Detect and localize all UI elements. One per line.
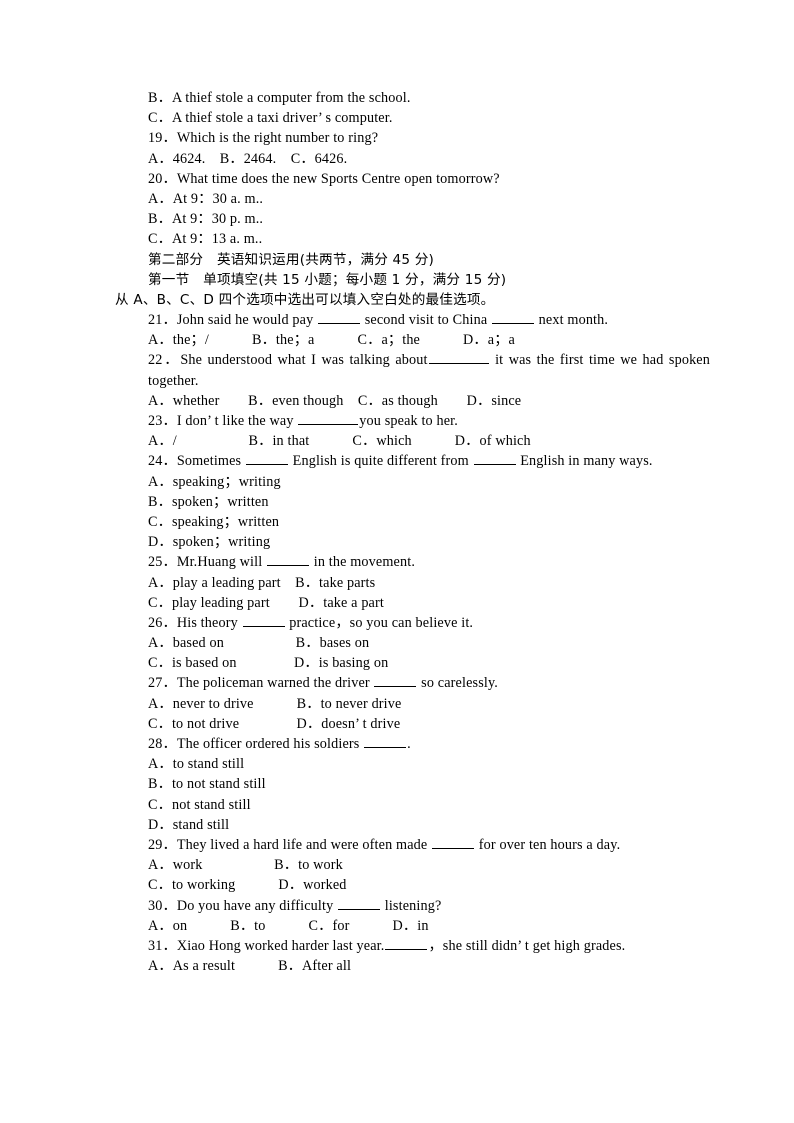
question-text: Xiao Hong worked harder last year. (176, 937, 385, 954)
option-line: B．to not stand still (148, 776, 266, 793)
section-heading-section-one: 第一节 单项填空(共 15 小题；每小题 1 分，满分 15 分) (148, 271, 507, 288)
question-text: ，she still didn’ t get high grades. (428, 937, 626, 954)
question-text: The policeman warned the driver (176, 675, 374, 692)
document-page: B．A thief stole a computer from the scho… (0, 0, 794, 1123)
question-text: . (407, 736, 411, 753)
option-line: A．the；/ B．the；a C．a；the D．a；a (148, 332, 515, 349)
answer-blank (338, 897, 381, 910)
answer-blank (318, 311, 361, 325)
option-line: B．At 9：30 p. m.. (148, 211, 264, 228)
question-line-26: 26．His theory practice，so you can believ… (115, 613, 681, 633)
question-number: 29． (148, 836, 177, 853)
option-line: D．spoken；writing (148, 534, 271, 551)
answer-blank (491, 311, 534, 325)
option-line: A．never to drive B．to never drive (148, 695, 402, 712)
option-line: A．/ B．in that C．which D．of which (148, 433, 531, 450)
question-text: you speak to her. (359, 413, 458, 430)
option-line: A．play a leading part B．take parts (148, 574, 376, 591)
answer-blank (374, 675, 417, 688)
question-number: 28． (148, 736, 177, 753)
question-number: 24． (148, 453, 177, 470)
question-line-25: 25．Mr.Huang will in the movement. (115, 552, 681, 572)
question-text: His theory (176, 614, 242, 631)
document-text-body: B．A thief stole a computer from the scho… (115, 88, 710, 976)
option-line: D．stand still (148, 816, 230, 833)
question-text: I don’ t like the way (176, 413, 298, 430)
answer-blank (473, 453, 516, 466)
option-line: A．on B．to C．for D．in (148, 917, 429, 934)
option-line: C．speaking；written (148, 513, 280, 530)
question-number: 30． (148, 897, 177, 914)
question-text: for over ten hours a day. (475, 836, 621, 853)
question-text: The officer ordered his soldiers (176, 736, 364, 753)
question-line-23: 23．I don’ t like the way you speak to he… (115, 411, 681, 431)
answer-blank (364, 735, 407, 749)
answer-blank (267, 554, 310, 567)
option-line: A．speaking；writing (148, 473, 281, 490)
question-line: 19．Which is the right number to ring? (148, 130, 379, 147)
option-line: C．not stand still (148, 796, 251, 813)
option-line: A．4624. B．2464. C．6426. (148, 150, 348, 167)
section-heading-part-two: 第二部分 英语知识运用(共两节，满分 45 分) (148, 251, 435, 268)
option-line: C．A thief stole a taxi driver’ s compute… (148, 110, 393, 127)
question-number: 31． (148, 937, 177, 954)
question-line-24: 24．Sometimes English is quite different … (115, 451, 681, 471)
question-text: next month. (534, 312, 609, 329)
option-line: B．spoken；written (148, 493, 269, 510)
question-number: 26． (148, 614, 177, 631)
question-line-22: 22．She understood what I was talking abo… (115, 350, 710, 390)
question-number: 21． (148, 312, 177, 329)
question-line-27: 27．The policeman warned the driver so ca… (115, 673, 681, 693)
question-number: 22． (148, 352, 181, 369)
question-text: English is quite different from (288, 453, 473, 470)
question-line-29: 29．They lived a hard life and were often… (115, 835, 681, 855)
answer-blank (242, 614, 285, 627)
option-line: C．to not drive D．doesn’ t drive (148, 715, 401, 732)
question-text: Do you have any difficulty (176, 897, 338, 914)
option-line: A．As a result B．After all (148, 958, 352, 975)
question-text: Sometimes (176, 453, 245, 470)
question-line-28: 28．The officer ordered his soldiers . (115, 734, 681, 754)
answer-blank (428, 352, 489, 365)
section-instructions: 从 A、B、C、D 四个选项中选出可以填入空白处的最佳选项。 (115, 291, 495, 308)
question-text: second visit to China (361, 312, 491, 329)
option-line: C．to working D．worked (148, 877, 347, 894)
question-line-21: 21．John said he would pay second visit t… (115, 310, 681, 330)
question-text: so carelessly. (417, 675, 499, 692)
question-text: listening? (381, 897, 442, 914)
question-text: John said he would pay (176, 312, 318, 329)
option-line: A．whether B．even though C．as though D．si… (148, 392, 522, 409)
question-number: 25． (148, 554, 177, 571)
answer-blank (432, 836, 475, 849)
answer-blank (385, 937, 428, 950)
question-text: They lived a hard life and were often ma… (176, 836, 432, 853)
question-text: in the movement. (310, 554, 416, 571)
question-text: practice，so you can believe it. (285, 614, 474, 631)
option-line: A．work B．to work (148, 857, 343, 874)
option-line: A．to stand still (148, 756, 245, 773)
option-line: C．is based on D．is basing on (148, 655, 389, 672)
question-line: 20．What time does the new Sports Centre … (148, 170, 500, 187)
question-line-31: 31．Xiao Hong worked harder last year. ，sh… (115, 936, 681, 956)
answer-blank (245, 453, 288, 466)
option-line: B．A thief stole a computer from the scho… (148, 90, 411, 106)
question-number: 27． (148, 675, 177, 692)
question-text: She understood what I was talking about (180, 352, 428, 369)
option-line: A．At 9：30 a. m.. (148, 190, 264, 207)
question-text: Mr.Huang will (176, 554, 267, 571)
answer-blank (298, 412, 359, 426)
question-number: 23． (148, 413, 177, 430)
option-line: C．play leading part D．take a part (148, 594, 384, 611)
option-line: A．based on B．bases on (148, 635, 370, 652)
option-line: C．At 9：13 a. m.. (148, 231, 263, 248)
question-line-30: 30．Do you have any difficulty listening? (115, 896, 681, 916)
question-text: English in many ways. (516, 453, 653, 470)
